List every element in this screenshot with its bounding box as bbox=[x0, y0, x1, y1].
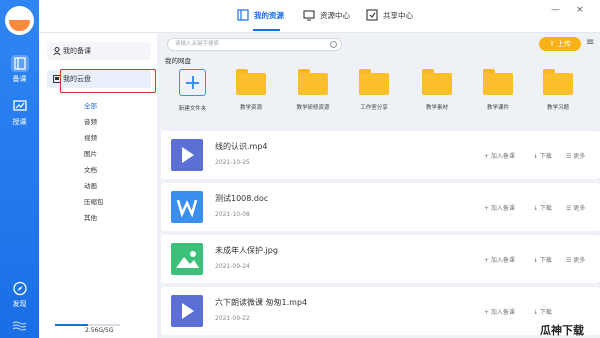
folder-item[interactable]: 教学资源 bbox=[221, 69, 281, 111]
top-bar: 我的资源 资源中心 共享中心 — × bbox=[39, 0, 600, 33]
upload-label: 上传 bbox=[557, 40, 572, 48]
file-name: 六下朗读微课 匆匆1.mp4 bbox=[215, 298, 308, 307]
folder-icon bbox=[483, 69, 513, 95]
folder-item[interactable]: 教学习题 bbox=[528, 69, 588, 111]
folder-icon bbox=[236, 69, 266, 95]
search-input[interactable]: 请输入关键字搜索 bbox=[167, 38, 342, 51]
folder-item[interactable]: 教学素材 bbox=[407, 69, 467, 111]
highlight-box bbox=[60, 69, 156, 93]
add-icon bbox=[179, 69, 206, 96]
add-to-lesson-button[interactable]: + 加入备课 bbox=[484, 151, 515, 160]
file-date: 2021-10-25 bbox=[215, 159, 250, 166]
folder-label: 教学研修资源 bbox=[296, 105, 330, 111]
folder-item[interactable]: 工作室分享 bbox=[344, 69, 404, 111]
download-button[interactable]: ↓ 下载 bbox=[533, 255, 552, 264]
tab-label: 共享中心 bbox=[383, 10, 413, 20]
watermark: 瓜神下载 bbox=[540, 324, 584, 337]
resource-icon bbox=[237, 9, 249, 21]
upload-button[interactable]: ⇪ 上传 bbox=[539, 37, 581, 51]
sidebar-item-label: 我的备课 bbox=[63, 47, 91, 55]
download-button[interactable]: ↓ 下载 bbox=[533, 151, 552, 160]
settings-icon[interactable] bbox=[12, 316, 27, 331]
filter-all[interactable]: 全部 bbox=[84, 100, 97, 110]
storage-bar bbox=[55, 324, 120, 326]
download-button[interactable]: ↓ 下载 bbox=[533, 203, 552, 212]
close-button[interactable]: × bbox=[576, 5, 584, 15]
more-button[interactable]: ☰ 更多 bbox=[566, 151, 585, 160]
add-to-lesson-button[interactable]: + 加入备课 bbox=[484, 255, 515, 264]
add-to-lesson-button[interactable]: + 加入备课 bbox=[484, 203, 515, 212]
file-name: 测试1008.doc bbox=[215, 194, 269, 203]
filter-audio[interactable]: 音频 bbox=[84, 116, 97, 126]
tab-resource-center[interactable]: 资源中心 bbox=[303, 9, 350, 21]
file-row[interactable]: 未成年人保护.jpg 2021-09-24 + 加入备课 ↓ 下载 ☰ 更多 bbox=[161, 235, 600, 283]
file-row[interactable]: 测试1008.doc 2021-10-08 + 加入备课 ↓ 下载 ☰ 更多 bbox=[161, 183, 600, 231]
file-date: 2021-10-08 bbox=[215, 211, 250, 218]
rail-item-label: 发现 bbox=[12, 300, 27, 308]
app-logo bbox=[5, 6, 34, 35]
file-name: 未成年人保护.jpg bbox=[215, 246, 278, 255]
search-placeholder: 请输入关键字搜索 bbox=[175, 41, 220, 47]
storage-label: 2.56G/5G bbox=[85, 327, 114, 334]
book-icon bbox=[10, 55, 29, 72]
video-icon bbox=[171, 295, 203, 327]
word-doc-icon bbox=[171, 191, 203, 223]
folder-label: 工作室分享 bbox=[360, 105, 388, 111]
folder-item[interactable]: 教学研修资源 bbox=[283, 69, 343, 111]
filter-animation[interactable]: 动画 bbox=[84, 180, 97, 190]
more-button[interactable]: ☰ 更多 bbox=[566, 255, 585, 264]
add-to-lesson-button[interactable]: + 加入备课 bbox=[484, 307, 515, 316]
tab-label: 我的资源 bbox=[254, 10, 284, 20]
folder-icon bbox=[422, 69, 452, 95]
compass-icon bbox=[11, 280, 29, 297]
sidebar-item-my-lessons[interactable]: 我的备课 bbox=[47, 42, 151, 60]
main-panel: 请输入关键字搜索 ⇪ 上传 ≡ 我的网盘 新建文件夹 教学资源 教学研修资源 工… bbox=[161, 33, 600, 338]
folder-label: 教学习题 bbox=[546, 105, 569, 111]
minimize-button[interactable]: — bbox=[551, 5, 560, 15]
folder-label: 教学素材 bbox=[425, 105, 448, 111]
video-icon bbox=[171, 139, 203, 171]
folder-icon bbox=[298, 69, 328, 95]
file-row[interactable]: 六下朗读微课 匆匆1.mp4 2021-09-22 + 加入备课 ↓ 下载 bbox=[161, 287, 600, 335]
tab-label: 资源中心 bbox=[320, 10, 350, 20]
folder-label: 教学资源 bbox=[239, 105, 262, 111]
rail-item-teach[interactable]: 授课 bbox=[0, 98, 39, 127]
filter-video[interactable]: 视频 bbox=[84, 132, 97, 142]
download-button[interactable]: ↓ 下载 bbox=[533, 307, 552, 316]
rail-item-label: 备课 bbox=[12, 75, 27, 83]
rail-item-prepare[interactable]: 备课 bbox=[0, 55, 39, 84]
upload-icon: ⇪ bbox=[548, 40, 558, 48]
folder-label: 教学课件 bbox=[486, 105, 509, 111]
file-row[interactable]: 线的认识.mp4 2021-10-25 + 加入备课 ↓ 下载 ☰ 更多 bbox=[161, 131, 600, 179]
more-button[interactable]: ☰ 更多 bbox=[566, 203, 585, 212]
person-icon bbox=[53, 47, 61, 55]
tab-my-resources[interactable]: 我的资源 bbox=[237, 9, 284, 31]
folder-icon bbox=[359, 69, 389, 95]
file-date: 2021-09-22 bbox=[215, 315, 250, 322]
section-title: 我的网盘 bbox=[165, 57, 191, 65]
search-icon[interactable] bbox=[330, 41, 337, 48]
new-folder-button[interactable]: 新建文件夹 bbox=[175, 69, 210, 112]
monitor-icon bbox=[303, 10, 315, 21]
folder-item[interactable]: 教学课件 bbox=[468, 69, 528, 111]
image-icon bbox=[171, 243, 203, 275]
filter-doc[interactable]: 文档 bbox=[84, 164, 97, 174]
file-date: 2021-09-24 bbox=[215, 263, 250, 270]
tab-share-center[interactable]: 共享中心 bbox=[366, 9, 413, 21]
folder-icon bbox=[543, 69, 573, 95]
folder-label: 新建文件夹 bbox=[178, 106, 207, 112]
storage-bar-fill bbox=[55, 324, 89, 326]
rail-item-label: 授课 bbox=[12, 118, 27, 126]
filter-archive[interactable]: 压缩包 bbox=[84, 196, 104, 206]
left-rail: 备课 授课 发现 bbox=[0, 0, 39, 338]
filter-other[interactable]: 其他 bbox=[84, 212, 97, 222]
filter-image[interactable]: 图片 bbox=[84, 148, 97, 158]
rail-item-discover[interactable]: 发现 bbox=[0, 280, 39, 309]
presentation-icon bbox=[11, 98, 29, 115]
menu-icon[interactable]: ≡ bbox=[586, 37, 594, 48]
file-name: 线的认识.mp4 bbox=[215, 142, 268, 151]
share-icon bbox=[366, 9, 378, 21]
